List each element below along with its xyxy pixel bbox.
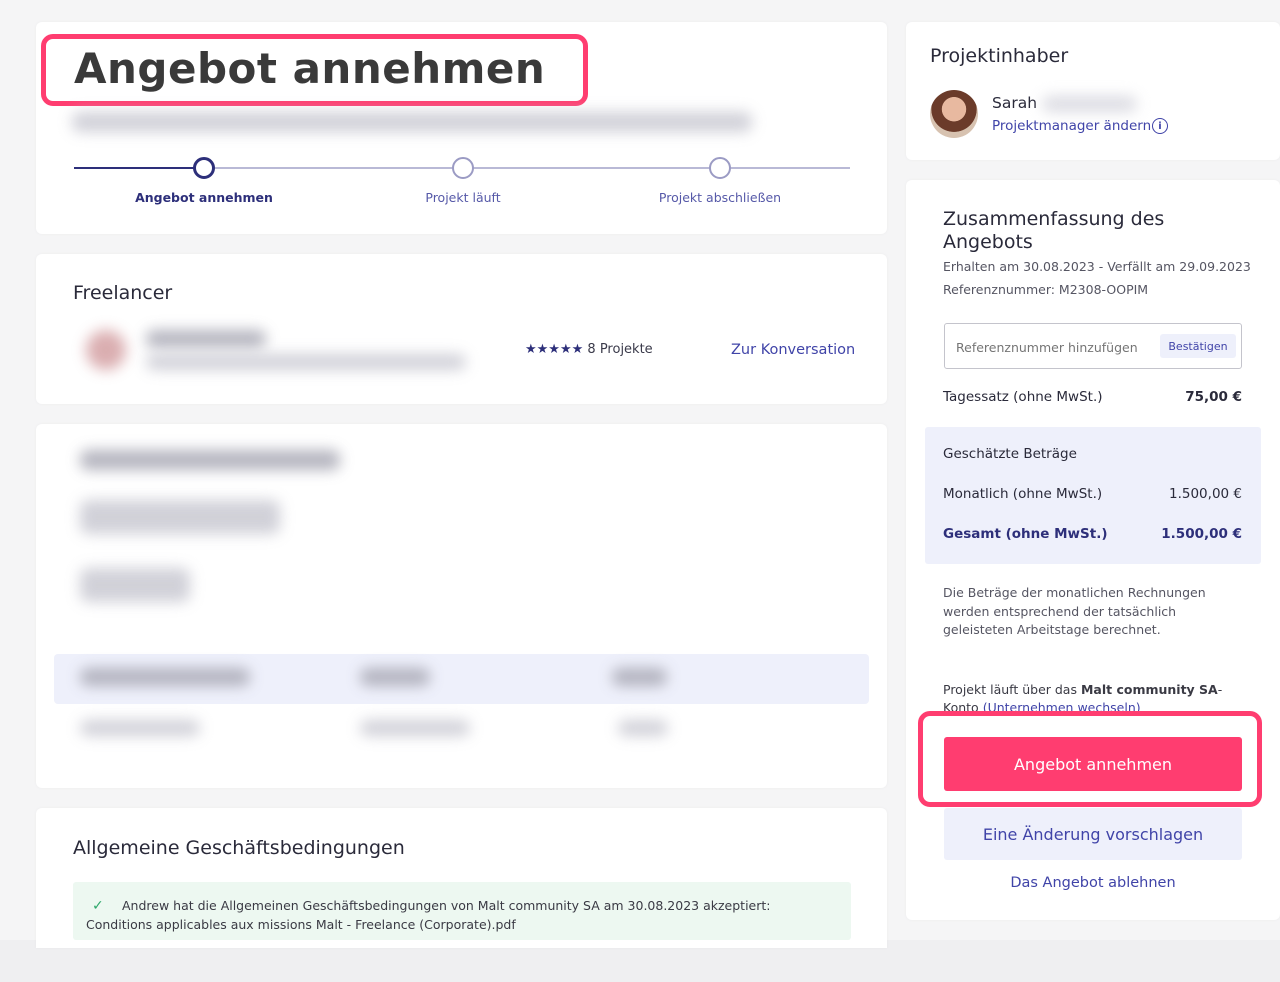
owner-lastname-redacted — [1042, 96, 1137, 112]
freelancer-title-redacted — [146, 354, 466, 370]
daily-rate-label: Tagessatz (ohne MwSt.) — [943, 389, 1103, 405]
details-val-1-redacted — [80, 720, 200, 736]
conversation-link[interactable]: Zur Konversation — [731, 342, 855, 358]
step-2-circle — [452, 157, 474, 179]
estimated-heading: Geschätzte Beträge — [943, 446, 1077, 462]
details-line-1-redacted — [80, 450, 340, 470]
details-col-2-redacted — [360, 668, 430, 686]
details-col-3-redacted — [612, 668, 667, 686]
step-1-label: Angebot annehmen — [135, 190, 273, 205]
change-manager-link[interactable]: Projektmanager ändern — [992, 118, 1151, 134]
reference-input[interactable] — [956, 337, 1146, 357]
monthly-label: Monatlich (ohne MwSt.) — [943, 486, 1103, 502]
step-1-circle — [193, 157, 215, 179]
confirm-reference-button[interactable]: Bestätigen — [1160, 334, 1236, 358]
billing-note: Die Beträge der monatlichen Rechnungen w… — [943, 585, 1206, 637]
decline-offer-link[interactable]: Das Angebot ablehnen — [944, 875, 1242, 891]
info-icon[interactable]: i — [1152, 118, 1168, 134]
freelancer-rating: ★★★★★ 8 Projekte — [525, 342, 653, 357]
received-expiry-dates: Erhalten am 30.08.2023 - Verfällt am 29.… — [943, 259, 1251, 274]
monthly-value: 1.500,00 € — [1169, 486, 1242, 502]
owner-name: Sarah — [992, 94, 1038, 112]
freelancer-name-redacted — [146, 330, 266, 348]
total-label: Gesamt (ohne MwSt.) — [943, 526, 1108, 542]
owner-heading: Projektinhaber — [930, 45, 1069, 67]
step-3-label: Projekt abschließen — [658, 190, 782, 205]
account-info: Projekt läuft über das Malt community SA… — [943, 681, 1243, 711]
daily-rate-value: 75,00 € — [1185, 389, 1242, 405]
accept-offer-button[interactable]: Angebot annehmen — [944, 737, 1242, 791]
step-3-circle — [709, 157, 731, 179]
freelancer-card — [36, 254, 887, 404]
freelancer-heading: Freelancer — [73, 282, 173, 304]
details-line-3-redacted — [80, 568, 190, 602]
reference-number: Referenznummer: M2308-OOPIM — [943, 282, 1149, 297]
star-icons: ★★★★★ — [525, 342, 584, 357]
page-title: Angebot annehmen — [74, 44, 546, 93]
step-2-label: Projekt läuft — [425, 190, 501, 205]
owner-avatar — [930, 90, 978, 138]
terms-heading: Allgemeine Geschäftsbedingungen — [73, 837, 405, 859]
account-prefix: Projekt läuft über das — [943, 682, 1081, 697]
project-subtitle-redacted — [72, 112, 752, 132]
stepper-line-done — [74, 167, 194, 169]
stepper-line-pending — [214, 167, 850, 169]
project-count: 8 Projekte — [587, 342, 653, 357]
switch-company-link[interactable]: (Unternehmen wechseln) — [983, 700, 1141, 711]
suggest-change-button[interactable]: Eine Änderung vorschlagen — [944, 808, 1242, 860]
details-line-2-redacted — [80, 500, 280, 534]
account-name: Malt community SA — [1080, 682, 1218, 697]
details-col-1-redacted — [80, 668, 250, 686]
details-val-2-redacted — [360, 720, 470, 736]
details-val-3-redacted — [618, 720, 668, 736]
freelancer-avatar-redacted — [86, 330, 126, 370]
total-value: 1.500,00 € — [1161, 526, 1242, 542]
terms-text: Andrew hat die Allgemeinen Geschäftsbedi… — [86, 898, 771, 932]
summary-heading: Zusammenfassung des Angebots — [943, 208, 1165, 253]
